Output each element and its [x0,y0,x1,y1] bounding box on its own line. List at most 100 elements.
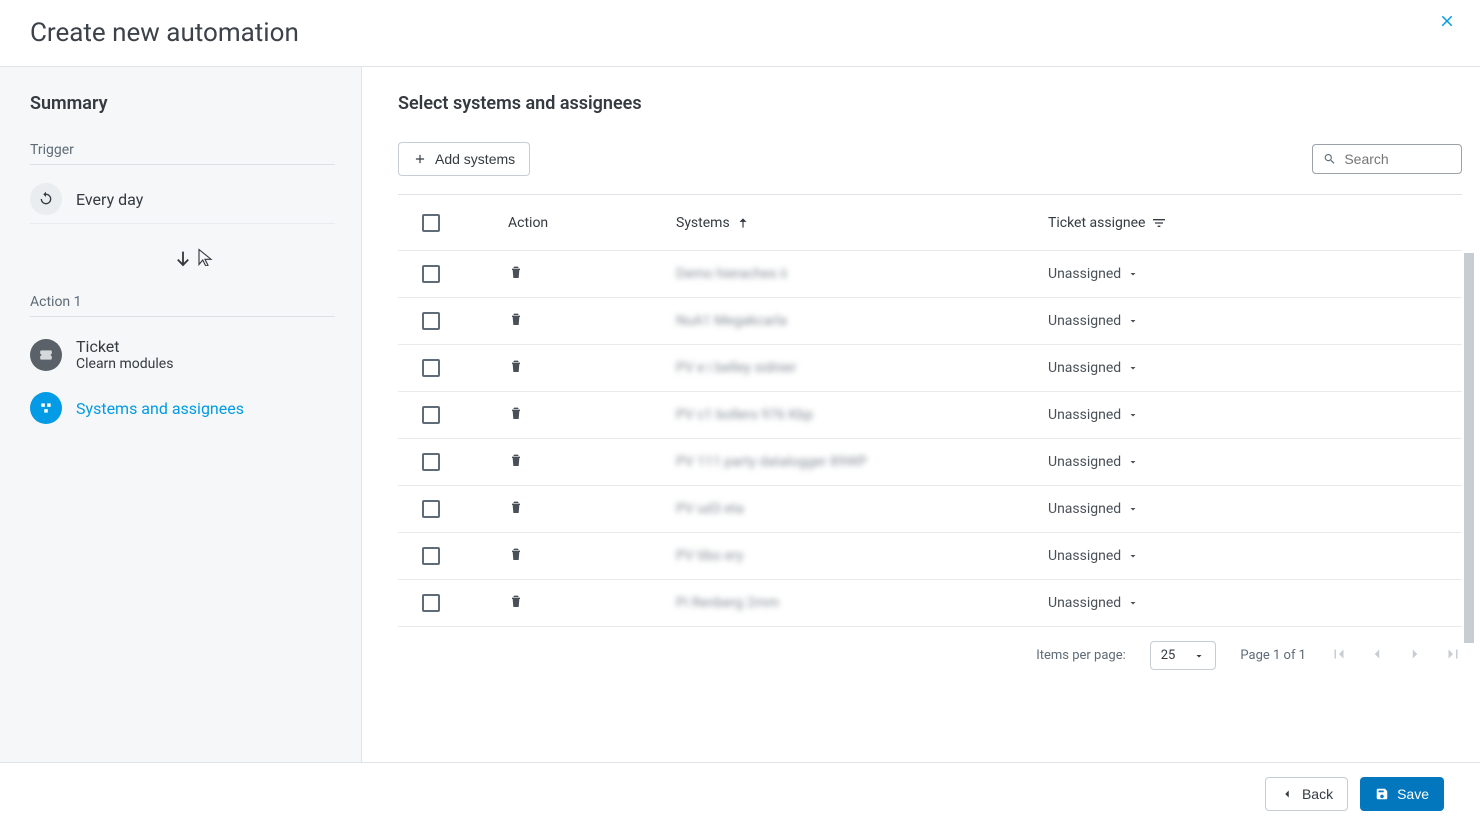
system-name: PV e i belley sidnier [676,360,796,376]
table-row: PV tibo ery Unassigned [398,533,1462,580]
last-page[interactable] [1444,645,1462,667]
col-systems[interactable]: Systems [676,215,1048,231]
dialog-header: Create new automation [0,0,1480,67]
trash-icon [508,452,524,468]
prev-page[interactable] [1368,645,1386,667]
search-icon [1323,151,1336,167]
row-checkbox[interactable] [422,453,440,471]
table-header: Action Systems Ticket assignee [398,195,1462,251]
pager-nav [1330,645,1462,667]
search-field[interactable] [1312,144,1462,174]
trash-icon [508,311,524,327]
flow-arrow [30,248,335,270]
chevron-right-icon [1406,645,1424,663]
ticket-icon-wrap [30,339,62,371]
assignee-select[interactable]: Unassigned [1048,360,1139,376]
table-row: Pi Renberg 2mm Unassigned [398,580,1462,627]
chevron-down-icon [1127,362,1139,374]
assignee-value: Unassigned [1048,266,1121,282]
filter-icon [1151,215,1167,231]
delete-button[interactable] [508,405,524,425]
sidebar-item-label: Ticket [76,337,173,356]
assignee-select[interactable]: Unassigned [1048,407,1139,423]
main-panel: Select systems and assignees Add systems [362,67,1462,762]
table-row: NuA1 Megakcarla Unassigned [398,298,1462,345]
assignee-select[interactable]: Unassigned [1048,501,1139,517]
first-page-icon [1330,645,1348,663]
close-button[interactable] [1438,12,1456,34]
dialog-title: Create new automation [30,18,299,48]
system-name: PV ud3 eta [676,501,744,517]
system-name: PV tibo ery [676,548,743,564]
trigger-label: Trigger [30,142,335,165]
row-checkbox[interactable] [422,594,440,612]
delete-button[interactable] [508,264,524,284]
add-systems-label: Add systems [435,151,515,167]
table-row: Demo hieraches ii Unassigned [398,251,1462,298]
system-name: Pi Renberg 2mm [676,595,779,611]
add-systems-button[interactable]: Add systems [398,142,530,176]
first-page[interactable] [1330,645,1348,667]
row-checkbox[interactable] [422,406,440,424]
schedule-icon [38,191,54,207]
delete-button[interactable] [508,452,524,472]
assignee-value: Unassigned [1048,595,1121,611]
assignee-select[interactable]: Unassigned [1048,266,1139,282]
systems-table: Action Systems Ticket assignee [398,194,1462,627]
table-row: PV e i belley sidnier Unassigned [398,345,1462,392]
table-row: PV c1 bollers 976 Kbp Unassigned [398,392,1462,439]
page-info: Page 1 of 1 [1240,648,1306,663]
row-checkbox[interactable] [422,547,440,565]
trash-icon [508,499,524,515]
next-page[interactable] [1406,645,1424,667]
sort-asc-icon [736,216,750,230]
trash-icon [508,264,524,280]
pagination: Items per page: 25 Page 1 of 1 [398,627,1462,684]
delete-button[interactable] [508,593,524,613]
col-action[interactable]: Action [508,215,676,231]
row-checkbox[interactable] [422,312,440,330]
row-checkbox[interactable] [422,265,440,283]
trigger-icon-wrap [30,183,62,215]
sidebar-item-systems-assignees[interactable]: Systems and assignees [30,382,335,434]
assignee-select[interactable]: Unassigned [1048,548,1139,564]
save-button[interactable]: Save [1360,777,1444,811]
chevron-down-icon [1193,650,1205,662]
search-input[interactable] [1344,151,1451,167]
assignee-select[interactable]: Unassigned [1048,595,1139,611]
trash-icon [508,405,524,421]
last-page-icon [1444,645,1462,663]
assignee-select[interactable]: Unassigned [1048,313,1139,329]
delete-button[interactable] [508,311,524,331]
col-assignee[interactable]: Ticket assignee [1048,215,1462,231]
sidebar-item-sub: Clearn modules [76,356,173,372]
assignee-select[interactable]: Unassigned [1048,454,1139,470]
flow-icon [39,401,53,415]
chevron-down-icon [1127,550,1139,562]
delete-button[interactable] [508,499,524,519]
sidebar-item-ticket[interactable]: Ticket Clearn modules [30,327,335,382]
select-all-checkbox[interactable] [422,214,440,232]
system-name: Demo hieraches ii [676,266,787,282]
row-checkbox[interactable] [422,500,440,518]
action-label: Action 1 [30,294,335,317]
trash-icon [508,358,524,374]
system-name: PV 111 party datalogger 89WP [676,454,867,470]
plus-icon [413,152,427,166]
trash-icon [508,593,524,609]
items-per-page-select[interactable]: 25 [1150,641,1217,670]
save-icon [1375,787,1389,801]
table-body: Demo hieraches ii Unassigned NuA1 Megakc… [398,251,1462,627]
delete-button[interactable] [508,546,524,566]
table-row: PV 111 party datalogger 89WP Unassigned [398,439,1462,486]
sidebar-title: Summary [30,93,335,114]
back-button[interactable]: Back [1265,777,1348,811]
delete-button[interactable] [508,358,524,378]
chevron-left-icon [1280,787,1294,801]
row-checkbox[interactable] [422,359,440,377]
assignee-value: Unassigned [1048,501,1121,517]
trigger-row[interactable]: Every day [30,175,335,224]
arrow-down-icon [172,248,194,270]
flow-icon-wrap [30,392,62,424]
chevron-left-icon [1368,645,1386,663]
